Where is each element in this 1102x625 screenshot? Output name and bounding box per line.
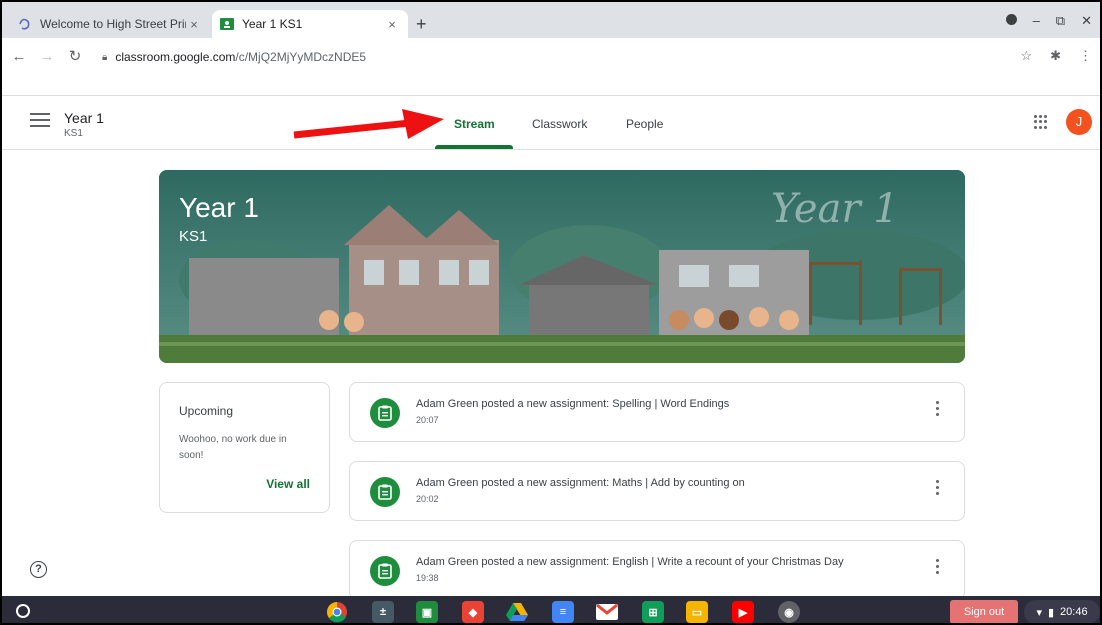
clock: 20:46 (1060, 606, 1088, 618)
post-title: Adam Green posted a new assignment: Engl… (416, 556, 844, 568)
slides-app-icon[interactable]: ◆ (462, 601, 484, 623)
new-tab-button[interactable]: + (416, 14, 427, 35)
class-subtitle: KS1 (64, 128, 83, 139)
youtube-icon[interactable]: ▶ (732, 601, 754, 623)
more-options-icon[interactable] (936, 401, 940, 421)
calculator-icon[interactable]: ± (372, 601, 394, 623)
more-options-icon[interactable] (936, 559, 940, 579)
upcoming-message: Woohoo, no work due in soon! (179, 434, 287, 461)
docs-app-icon[interactable]: ≡ (552, 601, 574, 623)
help-icon[interactable]: ? (30, 561, 47, 578)
assignment-icon (370, 477, 400, 507)
slides-yellow-icon[interactable]: ▭ (686, 601, 708, 623)
upcoming-card: Upcoming Woohoo, no work due in soon! Vi… (159, 382, 330, 513)
tab-title: Year 1 KS1 (242, 17, 303, 31)
assignment-icon (370, 398, 400, 428)
wifi-icon: ▾ (1036, 606, 1042, 619)
close-tab-icon[interactable]: × (186, 17, 202, 32)
tab-classwork[interactable]: Classwork (532, 117, 587, 131)
google-apps-icon[interactable] (1034, 115, 1048, 129)
classroom-header: Year 1 KS1 Stream Classwork People J (2, 97, 1100, 150)
url-host: classroom.google.com (115, 50, 236, 64)
view-all-link[interactable]: View all (266, 477, 310, 491)
hamburger-menu-icon[interactable] (30, 113, 50, 133)
classroom-app-icon[interactable]: ▣ (416, 601, 438, 623)
reload-icon[interactable]: ↻ (64, 47, 86, 65)
tab-title: Welcome to High Street Primary (40, 17, 186, 31)
banner-art-text: Year 1 (771, 186, 899, 232)
profile-indicator-icon[interactable] (1005, 14, 1017, 25)
stream-post[interactable]: Adam Green posted a new assignment: Spel… (349, 382, 965, 442)
bookmark-star-icon[interactable]: ☆ (1020, 48, 1032, 64)
assignment-icon (370, 556, 400, 586)
browser-tab-welcome[interactable]: Welcome to High Street Primary × (10, 10, 210, 38)
extensions-puzzle-icon[interactable]: ✱ (1050, 48, 1061, 64)
class-banner: Year 1 KS1 Year 1 (159, 170, 965, 363)
banner-title: Year 1 (179, 192, 259, 223)
post-time: 20:07 (416, 415, 439, 425)
close-tab-icon[interactable]: × (384, 17, 400, 32)
address-bar[interactable]: 🔒︎ classroom.google.com /c/MjQ2MjYyMDczN… (102, 46, 1017, 68)
tab-stream[interactable]: Stream (454, 117, 495, 131)
tab-people[interactable]: People (626, 117, 663, 131)
banner-subtitle: KS1 (179, 228, 208, 245)
sheets-app-icon[interactable]: ⊞ (642, 601, 664, 623)
gmail-icon[interactable] (596, 601, 618, 623)
launcher-icon[interactable] (16, 604, 30, 618)
school-favicon-icon (18, 17, 32, 31)
status-tray[interactable]: ▾ ▮ 20:46 (1024, 600, 1100, 623)
post-time: 20:02 (416, 494, 439, 504)
stream-post[interactable]: Adam Green posted a new assignment: Math… (349, 461, 965, 521)
sign-out-button[interactable]: Sign out (950, 600, 1018, 623)
toolbar-actions: ☆ ✱ ⋮ (1020, 48, 1092, 64)
post-time: 19:38 (416, 573, 439, 583)
more-options-icon[interactable] (936, 480, 940, 500)
forward-arrow-icon[interactable]: → (36, 48, 58, 65)
active-tab-indicator (435, 145, 513, 149)
chrome-icon[interactable] (326, 601, 348, 623)
minimize-icon[interactable]: – (1033, 13, 1040, 29)
upcoming-title: Upcoming (179, 404, 234, 418)
classroom-favicon-icon (220, 17, 234, 31)
restore-icon[interactable]: ⧉ (1056, 13, 1065, 29)
browser-tab-strip: Welcome to High Street Primary × Year 1 … (2, 2, 1100, 38)
browser-menu-icon[interactable]: ⋮ (1079, 48, 1092, 64)
os-shelf: ± ▣ ◆ ≡ ⊞ ▭ ▶ ◉ Sign out ▾ ▮ 20:46 (2, 596, 1100, 623)
class-title[interactable]: Year 1 (64, 110, 104, 126)
battery-icon: ▮ (1047, 606, 1055, 619)
camera-icon[interactable]: ◉ (778, 601, 800, 623)
browser-tab-classroom[interactable]: Year 1 KS1 × (212, 10, 408, 38)
stream-post[interactable]: Adam Green posted a new assignment: Engl… (349, 540, 965, 600)
close-window-icon[interactable]: ✕ (1081, 13, 1092, 29)
screen: Welcome to High Street Primary × Year 1 … (0, 0, 1102, 625)
post-title: Adam Green posted a new assignment: Spel… (416, 398, 730, 410)
red-arrow-annotation (293, 109, 444, 139)
browser-toolbar: ← → ↻ 🔒︎ classroom.google.com /c/MjQ2MjY… (2, 38, 1100, 74)
window-controls: – ⧉ ✕ (1005, 13, 1092, 29)
drive-icon[interactable] (506, 601, 528, 623)
back-arrow-icon[interactable]: ← (8, 48, 30, 65)
bookmarks-bar (2, 74, 1100, 96)
post-title: Adam Green posted a new assignment: Math… (416, 477, 745, 489)
lock-icon: 🔒︎ (102, 51, 108, 63)
url-path: /c/MjQ2MjYyMDczNDE5 (235, 50, 367, 64)
avatar[interactable]: J (1066, 109, 1092, 135)
